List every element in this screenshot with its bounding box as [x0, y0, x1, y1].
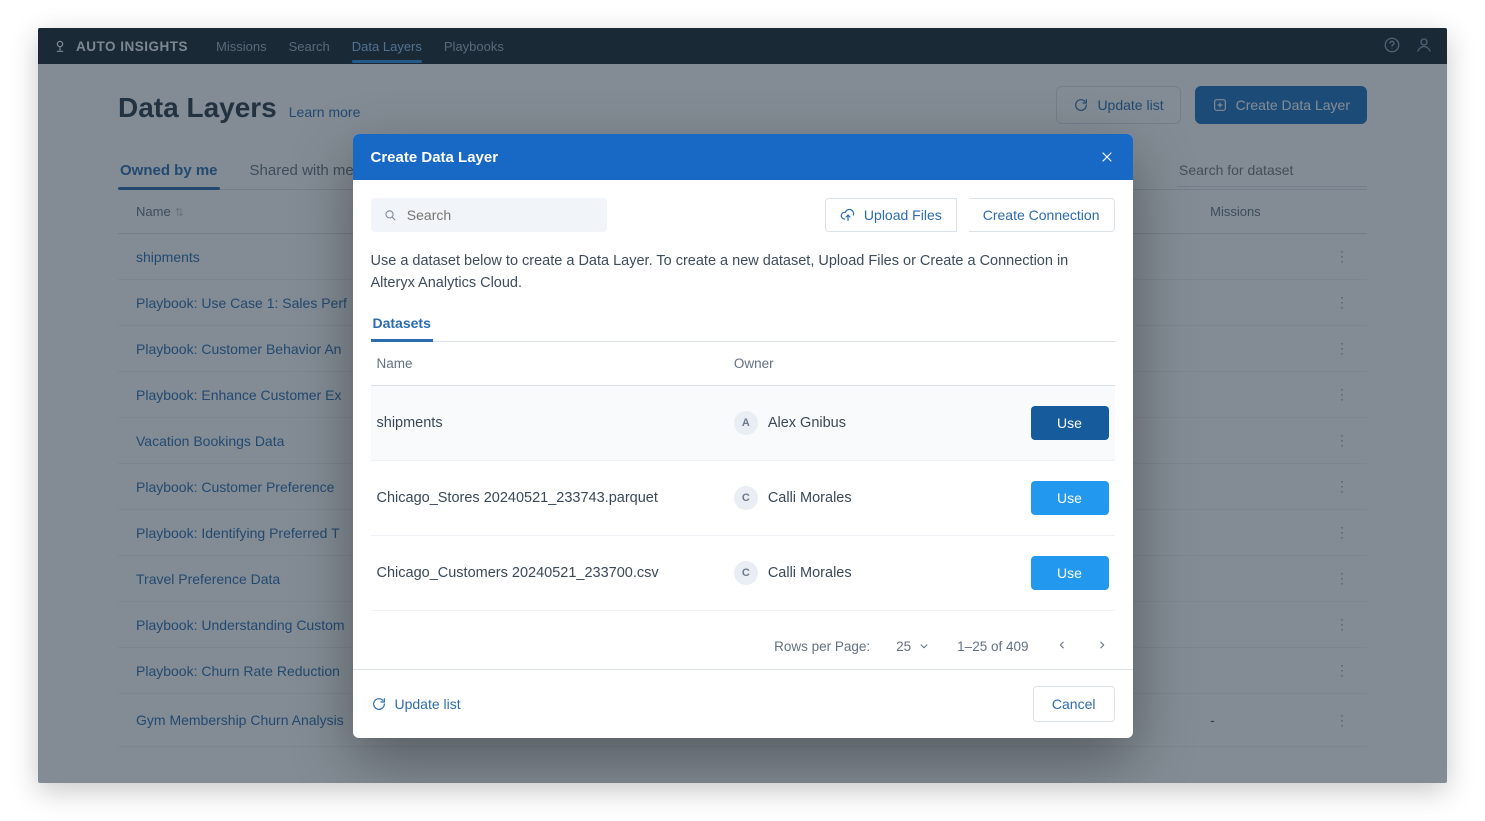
rows-per-page-label: Rows per Page:	[774, 639, 870, 654]
avatar: A	[734, 411, 758, 435]
modal-update-list-label: Update list	[395, 696, 461, 712]
datasets-header: Name Owner	[371, 342, 1115, 386]
search-icon	[383, 207, 397, 223]
close-icon[interactable]	[1099, 149, 1115, 165]
dataset-name: shipments	[377, 415, 734, 431]
use-button[interactable]: Use	[1031, 556, 1109, 590]
refresh-icon	[371, 696, 387, 712]
chevron-down-icon	[917, 639, 931, 653]
modal-search-input[interactable]	[405, 206, 595, 224]
modal-search[interactable]	[371, 198, 607, 232]
dataset-owner: AAlex Gnibus	[734, 411, 999, 435]
use-button[interactable]: Use	[1031, 406, 1109, 440]
dataset-row[interactable]: Hotel_Restaurant_PackagesAAlex GnibusUse	[371, 611, 1115, 624]
dataset-row[interactable]: Chicago_Stores 20240521_233743.parquetCC…	[371, 461, 1115, 536]
modal-footer: Update list Cancel	[353, 669, 1133, 738]
avatar: C	[734, 486, 758, 510]
dataset-owner: CCalli Morales	[734, 486, 999, 510]
upload-files-label: Upload Files	[864, 207, 942, 223]
modal-update-list[interactable]: Update list	[371, 696, 461, 712]
modal-header: Create Data Layer	[353, 134, 1133, 180]
dataset-name: Chicago_Customers 20240521_233700.csv	[377, 565, 734, 581]
ds-col-name: Name	[377, 356, 734, 371]
rows-per-page-value: 25	[896, 639, 911, 654]
create-connection-button[interactable]: Create Connection	[969, 198, 1115, 232]
modal-title: Create Data Layer	[371, 149, 499, 166]
page-prev[interactable]	[1055, 638, 1069, 655]
datasets-list: shipmentsAAlex GnibusUseChicago_Stores 2…	[371, 386, 1115, 624]
avatar: C	[734, 561, 758, 585]
modal-tabs: Datasets	[371, 305, 1115, 342]
dataset-row[interactable]: Chicago_Customers 20240521_233700.csvCCa…	[371, 536, 1115, 611]
upload-files-button[interactable]: Upload Files	[825, 198, 957, 232]
cloud-upload-icon	[840, 207, 856, 223]
dataset-name: Chicago_Stores 20240521_233743.parquet	[377, 490, 734, 506]
use-button[interactable]: Use	[1031, 481, 1109, 515]
create-connection-label: Create Connection	[983, 207, 1100, 223]
pagination: Rows per Page: 25 1–25 of 409	[371, 624, 1115, 669]
dataset-owner: CCalli Morales	[734, 561, 999, 585]
tab-datasets[interactable]: Datasets	[371, 305, 433, 341]
cancel-button[interactable]: Cancel	[1033, 686, 1115, 722]
page-next[interactable]	[1095, 638, 1109, 655]
modal-hint: Use a dataset below to create a Data Lay…	[371, 250, 1115, 295]
page-range: 1–25 of 409	[957, 639, 1028, 654]
rows-per-page-select[interactable]: 25	[896, 639, 931, 654]
dataset-row[interactable]: shipmentsAAlex Gnibus Use	[371, 386, 1115, 461]
ds-col-owner: Owner	[734, 356, 999, 371]
create-data-layer-modal: Create Data Layer Upload Files	[353, 134, 1133, 738]
